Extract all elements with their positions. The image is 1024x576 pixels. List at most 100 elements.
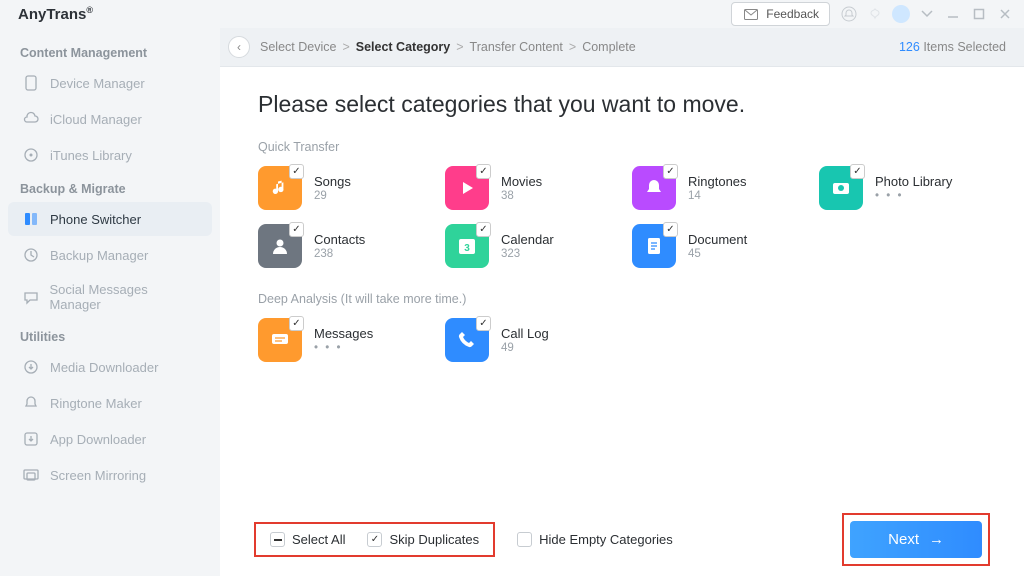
- next-button[interactable]: Next →: [850, 521, 982, 558]
- play-icon: ✓: [445, 166, 489, 210]
- category-count: 238: [314, 248, 365, 260]
- sidebar-item-social-messages-manager[interactable]: Social Messages Manager: [8, 274, 212, 320]
- sidebar-item-app-downloader[interactable]: App Downloader: [8, 422, 212, 456]
- items-selected: 126 Items Selected: [899, 40, 1006, 54]
- category-contacts[interactable]: ✓ Contacts238: [258, 224, 425, 268]
- backup-manager-icon: [22, 246, 40, 264]
- phone-icon: ✓: [445, 318, 489, 362]
- category-checkbox[interactable]: ✓: [476, 164, 491, 179]
- sidebar-item-phone-switcher[interactable]: Phone Switcher: [8, 202, 212, 236]
- sidebar-item-device-manager[interactable]: Device Manager: [8, 66, 212, 100]
- avatar-icon[interactable]: [892, 5, 910, 23]
- mail-icon: [742, 5, 760, 23]
- category-name: Messages: [314, 326, 373, 341]
- sidebar-heading: Backup & Migrate: [0, 174, 220, 200]
- phone-switcher-icon: [22, 210, 40, 228]
- social-messages-manager-icon: [22, 288, 39, 306]
- check-icon: ✓: [367, 532, 382, 547]
- sidebar-item-media-downloader[interactable]: Media Downloader: [8, 350, 212, 384]
- bell-icon[interactable]: [840, 5, 858, 23]
- category-name: Calendar: [501, 232, 554, 247]
- category-ringtones[interactable]: ✓ Ringtones14: [632, 166, 799, 210]
- sidebar-item-label: Social Messages Manager: [49, 282, 198, 312]
- sidebar-item-screen-mirroring[interactable]: Screen Mirroring: [8, 458, 212, 492]
- category-document[interactable]: ✓Document45: [632, 224, 799, 268]
- category-calendar[interactable]: 3✓ Calendar323: [445, 224, 612, 268]
- deep-analysis-label: Deep Analysis (It will take more time.): [258, 292, 986, 306]
- sidebar-item-label: iTunes Library: [50, 148, 132, 163]
- category-name: Photo Library: [875, 174, 952, 189]
- icloud-manager-icon: [22, 110, 40, 128]
- sidebar-item-icloud-manager[interactable]: iCloud Manager: [8, 102, 212, 136]
- app-brand: AnyTrans®: [18, 5, 93, 23]
- category-checkbox[interactable]: ✓: [289, 222, 304, 237]
- sidebar-item-label: Ringtone Maker: [50, 396, 142, 411]
- category-count: 323: [501, 248, 554, 260]
- sidebar-item-ringtone-maker[interactable]: Ringtone Maker: [8, 386, 212, 420]
- category-name: Document: [688, 232, 747, 247]
- feedback-button[interactable]: Feedback: [731, 2, 830, 26]
- category-photo-library[interactable]: ✓ Photo Library• • •: [819, 166, 986, 210]
- hide-empty-label: Hide Empty Categories: [539, 532, 673, 547]
- breadcrumb-step[interactable]: Select Device: [260, 40, 336, 54]
- breadcrumb-step[interactable]: Select Category: [356, 40, 450, 54]
- category-name: Call Log: [501, 326, 549, 341]
- quick-transfer-label: Quick Transfer: [258, 140, 986, 154]
- sidebar-item-label: Media Downloader: [50, 360, 158, 375]
- skip-duplicates-label: Skip Duplicates: [389, 532, 479, 547]
- sidebar-item-label: iCloud Manager: [50, 112, 142, 127]
- category-checkbox[interactable]: ✓: [850, 164, 865, 179]
- sidebar-item-label: Phone Switcher: [50, 212, 141, 227]
- category-name: Contacts: [314, 232, 365, 247]
- maximize-icon[interactable]: [970, 5, 988, 23]
- skip-duplicates-checkbox[interactable]: ✓ Skip Duplicates: [367, 532, 479, 547]
- quick-transfer-grid: ✓Songs29✓Movies38✓Ringtones14✓Photo Libr…: [258, 166, 986, 268]
- category-call-log[interactable]: ✓Call Log49: [445, 318, 612, 362]
- select-options-group: Select All ✓ Skip Duplicates: [258, 526, 491, 553]
- sidebar-item-backup-manager[interactable]: Backup Manager: [8, 238, 212, 272]
- media-downloader-icon: [22, 358, 40, 376]
- category-count: 14: [688, 190, 747, 202]
- select-all-checkbox[interactable]: Select All: [270, 532, 345, 547]
- category-messages[interactable]: ✓Messages• • •: [258, 318, 425, 362]
- category-checkbox[interactable]: ✓: [476, 316, 491, 331]
- sidebar-heading: Utilities: [0, 322, 220, 348]
- person-icon: ✓: [258, 224, 302, 268]
- arrow-right-icon: →: [929, 531, 944, 548]
- deep-analysis-grid: ✓Messages• • •✓Call Log49: [258, 318, 986, 362]
- butterfly-icon[interactable]: [866, 5, 884, 23]
- sidebar-heading: Content Management: [0, 38, 220, 64]
- hide-empty-checkbox[interactable]: Hide Empty Categories: [517, 532, 673, 547]
- sidebar-item-label: App Downloader: [50, 432, 146, 447]
- partial-check-icon: [270, 532, 285, 547]
- back-button[interactable]: ‹: [228, 36, 250, 58]
- chevron-right-icon: >: [569, 40, 576, 54]
- screen-mirroring-icon: [22, 466, 40, 484]
- category-count: • • •: [875, 190, 952, 202]
- next-label: Next: [888, 531, 919, 548]
- cal-icon: 3✓: [445, 224, 489, 268]
- chevron-down-icon[interactable]: [918, 5, 936, 23]
- category-songs[interactable]: ✓Songs29: [258, 166, 425, 210]
- category-checkbox[interactable]: ✓: [663, 164, 678, 179]
- category-name: Songs: [314, 174, 351, 189]
- sidebar-item-itunes-library[interactable]: iTunes Library: [8, 138, 212, 172]
- device-manager-icon: [22, 74, 40, 92]
- app-downloader-icon: [22, 430, 40, 448]
- category-checkbox[interactable]: ✓: [289, 316, 304, 331]
- sidebar: Content ManagementDevice Manager iCloud M…: [0, 28, 220, 576]
- msg-icon: ✓: [258, 318, 302, 362]
- close-icon[interactable]: [996, 5, 1014, 23]
- category-movies[interactable]: ✓Movies38: [445, 166, 612, 210]
- breadcrumb-step: Complete: [582, 40, 636, 54]
- category-checkbox[interactable]: ✓: [289, 164, 304, 179]
- breadcrumb-bar: ‹ Select Device > Select Category > Transfer…: [220, 28, 1024, 67]
- category-name: Movies: [501, 174, 542, 189]
- breadcrumb-step: Transfer Content: [470, 40, 563, 54]
- feedback-label: Feedback: [766, 7, 819, 21]
- minimize-icon[interactable]: [944, 5, 962, 23]
- chevron-right-icon: >: [456, 40, 463, 54]
- category-checkbox[interactable]: ✓: [476, 222, 491, 237]
- category-name: Ringtones: [688, 174, 747, 189]
- category-checkbox[interactable]: ✓: [663, 222, 678, 237]
